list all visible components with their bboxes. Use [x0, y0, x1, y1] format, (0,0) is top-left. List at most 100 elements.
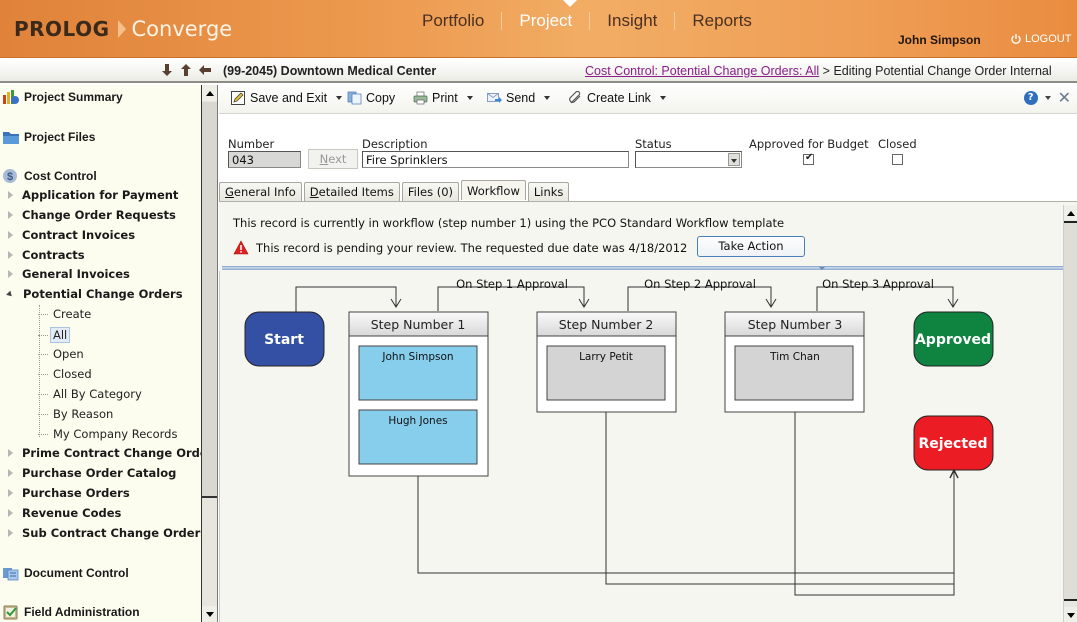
- power-icon: [1011, 34, 1021, 45]
- chevron-down-icon[interactable]: [466, 96, 473, 100]
- sidebar-item-contracts[interactable]: Contracts: [8, 248, 85, 262]
- sidebar-item-sub-contract-change-orders[interactable]: Sub Contract Change Orders: [8, 526, 207, 540]
- sidebar-subitem-all[interactable]: All: [38, 327, 71, 343]
- chevron-down-icon[interactable]: [659, 96, 666, 100]
- collapse-icon: [6, 290, 14, 298]
- sidebar-item-purchase-order-catalog[interactable]: Purchase Order Catalog: [8, 466, 176, 480]
- workflow-panel: This record is currently in workflow (st…: [219, 201, 1077, 622]
- reviewer-name: Hugh Jones: [388, 415, 447, 427]
- arrow-left-icon[interactable]: [198, 63, 212, 77]
- scroll-down-button[interactable]: [1064, 607, 1077, 622]
- scroll-down-button[interactable]: [202, 606, 217, 622]
- scroll-up-button[interactable]: [202, 85, 217, 101]
- sidebar-subitem-closed[interactable]: Closed: [38, 367, 92, 381]
- chevron-down-icon[interactable]: [544, 96, 551, 100]
- sidebar-item-potential-change-orders[interactable]: Potential Change Orders: [6, 287, 183, 301]
- scrollbar-thumb[interactable]: [202, 102, 217, 498]
- warning-icon: [233, 240, 249, 255]
- sidebar-item-prime-contract-change-orders[interactable]: Prime Contract Change Orde: [8, 446, 208, 460]
- sidebar-item-revenue-codes[interactable]: Revenue Codes: [8, 506, 121, 520]
- step-node-2: Step Number 2 Larry Petit: [536, 311, 677, 413]
- closed-label: Closed: [878, 137, 917, 151]
- nav-reports[interactable]: Reports: [675, 11, 769, 31]
- sidebar-subitem-all-by-category[interactable]: All By Category: [38, 387, 142, 401]
- sidebar-item-purchase-orders[interactable]: Purchase Orders: [8, 486, 130, 500]
- arrow-down-icon[interactable]: [160, 63, 174, 77]
- sidebar-item-label: Contract Invoices: [22, 228, 136, 242]
- tab-label: Links: [533, 185, 564, 199]
- expand-icon: [8, 231, 13, 239]
- help-menu-chevron-icon[interactable]: [1044, 96, 1051, 100]
- send-mail-icon: [487, 91, 502, 105]
- expand-icon: [8, 509, 13, 517]
- copy-button[interactable]: Copy: [347, 91, 395, 105]
- app-header: PROLOG Converge Portfolio Project Insigh…: [0, 0, 1077, 58]
- scrollbar-thumb[interactable]: [1064, 221, 1077, 601]
- description-field[interactable]: Fire Sprinklers: [362, 151, 629, 168]
- scroll-up-button[interactable]: [1064, 205, 1077, 220]
- sidebar-item-general-invoices[interactable]: General Invoices: [8, 267, 130, 281]
- save-and-exit-button[interactable]: Save and Exit: [231, 91, 343, 105]
- copy-icon: [347, 91, 362, 105]
- chart-icon: [2, 89, 20, 105]
- send-button[interactable]: Send: [487, 91, 551, 105]
- logout-label: LOGOUT: [1025, 33, 1072, 45]
- sidebar-item-label: Contracts: [22, 248, 85, 262]
- sidebar-item-label: Purchase Order Catalog: [22, 466, 177, 480]
- nav-portfolio[interactable]: Portfolio: [405, 11, 501, 31]
- sidebar-section-label: Field Administration: [24, 605, 140, 619]
- expand-icon: [8, 251, 13, 259]
- closed-checkbox[interactable]: [892, 154, 903, 165]
- transition-label: On Step 1 Approval: [456, 277, 568, 291]
- breadcrumb-link-pco-all[interactable]: Cost Control: Potential Change Orders: A…: [585, 64, 819, 78]
- tab-links[interactable]: Links: [527, 182, 570, 201]
- panel-splitter[interactable]: [222, 266, 1068, 270]
- workflow-diagram: On Step 1 Approval On Step 2 Approval On…: [219, 271, 1067, 622]
- sidebar-document-control[interactable]: Document Control: [2, 565, 129, 581]
- sidebar-cost-control[interactable]: $ Cost Control: [2, 168, 97, 184]
- sidebar-subitem-label: By Reason: [53, 407, 114, 421]
- sidebar-subitem-create[interactable]: Create: [38, 307, 91, 321]
- close-icon[interactable]: ✕: [1058, 90, 1071, 106]
- tab-workflow[interactable]: Workflow: [461, 180, 526, 200]
- sidebar-section-label: Document Control: [24, 566, 129, 580]
- edit-pencil-icon: [231, 91, 246, 105]
- take-action-button[interactable]: Take Action: [697, 236, 805, 257]
- approved-for-budget-checkbox[interactable]: ✔: [803, 152, 814, 165]
- sidebar-project-summary[interactable]: Project Summary: [2, 89, 123, 105]
- help-icon[interactable]: ?: [1023, 91, 1038, 105]
- sidebar-item-change-order-requests[interactable]: Change Order Requests: [8, 208, 176, 222]
- tab-general-info[interactable]: General Info: [219, 182, 302, 201]
- create-link-button[interactable]: Create Link: [568, 90, 666, 105]
- sidebar-subitem-open[interactable]: Open: [38, 347, 84, 361]
- tab-accel: G: [225, 185, 234, 199]
- save-and-exit-label: Save and Exit: [250, 91, 328, 105]
- sidebar-scrollbar[interactable]: [201, 85, 217, 622]
- sidebar-field-administration[interactable]: Field Administration: [2, 604, 140, 620]
- main-panel: Save and Exit Copy Print Send Create Lin…: [219, 85, 1077, 622]
- dropdown-arrow-icon[interactable]: [728, 153, 740, 166]
- logout-button[interactable]: LOGOUT: [1010, 33, 1071, 45]
- number-label: Number: [228, 137, 275, 151]
- sidebar-item-application-for-payment[interactable]: Application for Payment: [8, 188, 178, 202]
- tab-files[interactable]: Files (0): [401, 182, 460, 201]
- sidebar-item-contract-invoices[interactable]: Contract Invoices: [8, 228, 135, 242]
- nav-insight[interactable]: Insight: [590, 11, 674, 31]
- next-button: Next: [308, 149, 358, 169]
- tab-accel: D: [309, 185, 319, 199]
- arrow-up-icon[interactable]: [179, 63, 193, 77]
- nav-project[interactable]: Project: [502, 11, 589, 31]
- sidebar-subitem-my-company-records[interactable]: My Company Records: [38, 427, 177, 441]
- status-select[interactable]: [635, 151, 742, 168]
- print-button[interactable]: Print: [413, 91, 473, 105]
- main-nav: Portfolio Project Insight Reports: [405, 11, 769, 31]
- scroll-up-icon: [1067, 211, 1075, 216]
- sidebar-subitem-by-reason[interactable]: By Reason: [38, 407, 113, 421]
- workflow-scrollbar[interactable]: [1063, 205, 1077, 622]
- chevron-down-icon[interactable]: [336, 96, 343, 100]
- next-label-rest: ext: [328, 152, 347, 166]
- sidebar-project-files[interactable]: Project Files: [2, 129, 95, 145]
- step-title: Step Number 1: [371, 317, 466, 332]
- expand-icon: [8, 489, 13, 497]
- tab-detailed-items[interactable]: Detailed Items: [303, 182, 400, 201]
